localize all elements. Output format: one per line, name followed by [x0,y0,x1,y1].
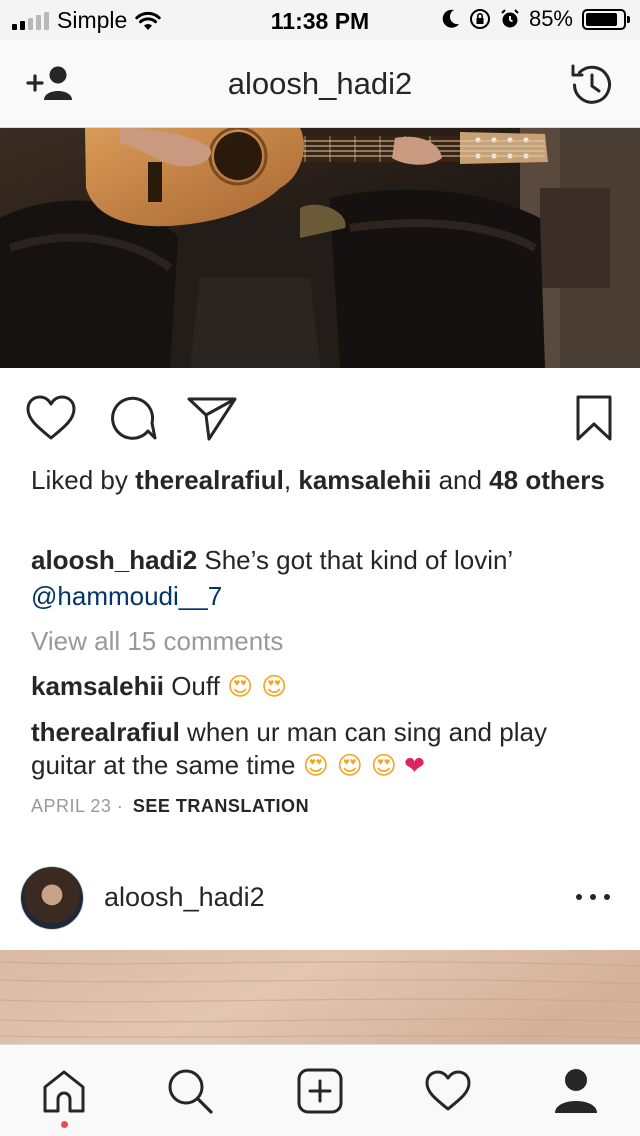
share-button[interactable] [186,392,238,444]
more-options-button[interactable] [576,882,610,912]
tab-home[interactable] [36,1063,92,1119]
post-caption: aloosh_hadi2 She’s got that kind of lovi… [31,542,611,614]
status-right: 85% [442,6,630,32]
see-translation-link[interactable]: SEE TRANSLATION [133,796,309,816]
tab-new-post[interactable] [292,1063,348,1119]
bookmark-button[interactable] [568,392,620,444]
comment-username[interactable]: kamsalehii [31,671,164,701]
comment-text: Ouff [163,671,228,701]
likes-others-link[interactable]: 48 others [489,465,605,495]
search-icon [168,1069,213,1114]
view-all-comments-link[interactable]: View all 15 comments [31,624,283,658]
meta-separator: · [111,796,129,816]
likes-prefix: Liked by [31,465,136,495]
post-meta: APRIL 23 · SEE TRANSLATION [31,796,309,817]
comment-item: kamsalehii Ouff 😍 😍 [31,670,611,703]
likes-line: Liked by therealrafiul, kamsalehii and 4… [31,464,611,496]
tab-bar [0,1044,640,1136]
likes-and: and [431,465,490,495]
post-date: APRIL 23 [31,796,112,816]
alarm-icon [501,9,519,28]
comment-item: therealrafiul when ur man can sing and p… [31,716,611,782]
home-icon [43,1070,85,1113]
comment-icon [111,396,157,440]
rotation-lock-icon [469,9,490,29]
next-post-photo[interactable] [0,950,640,1044]
app-header: aloosh_hadi2 [0,40,640,128]
tab-search[interactable] [162,1063,218,1119]
caption-mention[interactable]: @hammoudi__7 [31,581,222,611]
heart-eyes-emoji: 😍 😍 😍 [302,751,397,780]
battery-percent: 85% [528,6,573,31]
post-photo-image [0,128,640,368]
more-icon-dot [604,894,610,900]
next-post-photo-image [0,950,640,1044]
activity-icon [425,1070,471,1111]
avatar[interactable] [20,866,84,930]
caption-text: She’s got that kind of lovin’ [197,545,514,575]
bookmark-icon [576,395,612,441]
header-title: aloosh_hadi2 [227,66,413,101]
post-photo[interactable] [0,128,640,368]
activity-dot [61,1121,68,1128]
profile-icon [555,1069,597,1113]
liker-username[interactable]: kamsalehii [298,465,431,495]
share-icon [187,397,237,441]
comment-button[interactable] [107,392,159,444]
history-button[interactable] [568,62,614,108]
liker-username[interactable]: therealrafiul [135,465,284,495]
moon-icon [442,9,459,28]
comment-username[interactable]: therealrafiul [31,717,180,747]
heart-icon [26,395,76,440]
likes-separator: , [283,465,299,495]
history-icon [571,64,611,104]
status-bar: Simple 11:38 PM 85% [0,0,640,40]
post-actions [0,388,640,448]
caption-username[interactable]: aloosh_hadi2 [31,545,197,575]
next-post-username[interactable]: aloosh_hadi2 [104,882,265,913]
battery-icon [582,8,630,30]
like-button[interactable] [25,392,77,444]
tab-activity[interactable] [420,1063,476,1119]
new-post-icon [297,1068,343,1114]
next-post-header: aloosh_hadi2 [0,850,640,950]
tab-profile[interactable] [548,1063,604,1119]
heart-eyes-emoji: 😍 😍 [227,672,288,701]
more-icon [576,894,582,900]
more-icon-dot [590,894,596,900]
red-heart-emoji: ❤ [404,751,425,780]
